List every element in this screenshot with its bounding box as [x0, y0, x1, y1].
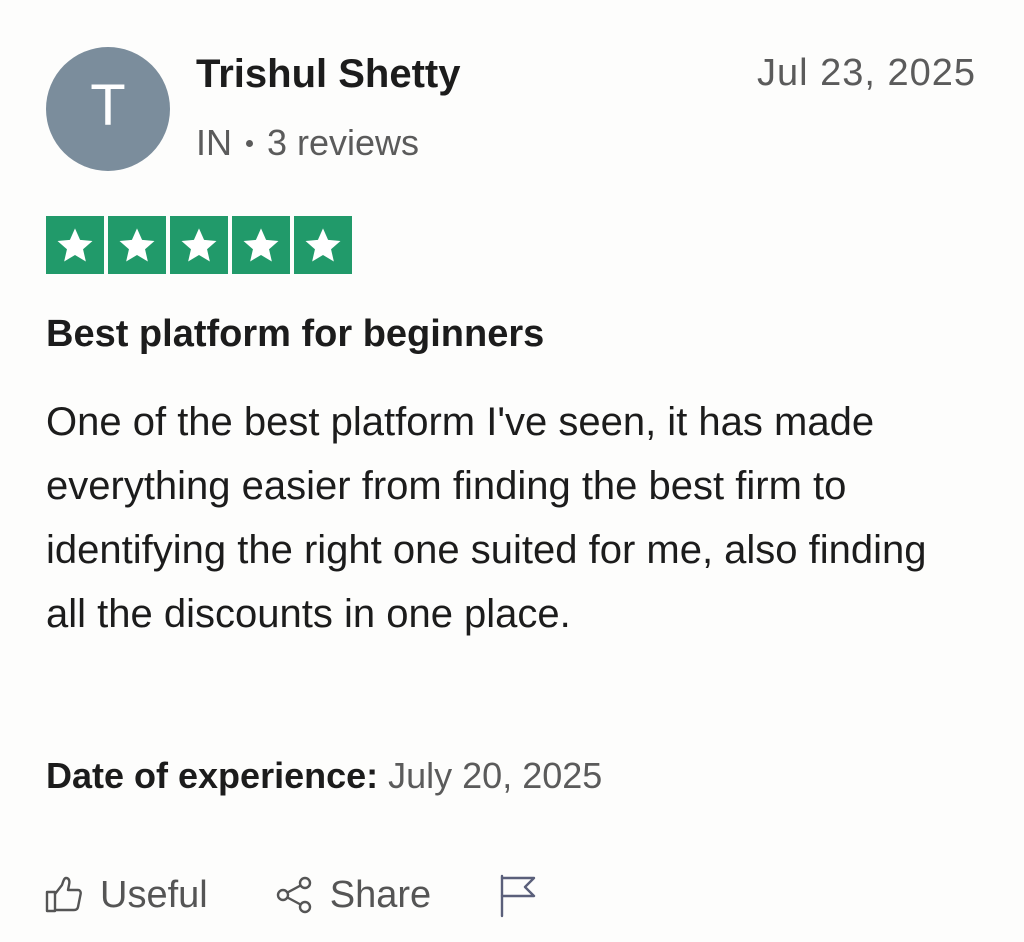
date-of-experience: Date of experience: July 20, 2025 [46, 755, 602, 797]
reviewer-review-count[interactable]: 3 reviews [267, 122, 419, 164]
star-icon [46, 216, 104, 274]
experience-date: July 20, 2025 [388, 755, 603, 796]
thumbs-up-icon [45, 876, 82, 913]
star-icon [170, 216, 228, 274]
review-date: Jul 23, 2025 [756, 52, 976, 94]
flag-icon [500, 874, 536, 918]
review-card: T Trishul Shetty IN 3 reviews Jul 23, 20… [0, 0, 1024, 942]
useful-button[interactable]: Useful [44, 874, 208, 917]
avatar[interactable]: T [46, 47, 170, 171]
reviewer-name[interactable]: Trishul Shetty [196, 52, 461, 97]
review-title: Best platform for beginners [46, 313, 545, 355]
useful-label: Useful [100, 873, 208, 916]
star-icon [294, 216, 352, 274]
review-actions: Useful Share [44, 872, 605, 918]
meta-separator-dot [246, 139, 253, 147]
star-icon [232, 216, 290, 274]
share-label: Share [329, 873, 432, 916]
experience-label: Date of experience: [46, 755, 379, 796]
reviewer-country: IN [196, 122, 232, 163]
review-text: One of the best platform I've seen, it h… [46, 400, 927, 636]
flag-button[interactable] [497, 872, 539, 918]
star-icon [108, 216, 166, 274]
share-icon [276, 876, 311, 914]
reviewer-meta: IN 3 reviews [196, 122, 419, 164]
share-button[interactable]: Share [274, 874, 431, 917]
avatar-initial: T [90, 73, 126, 138]
star-rating [46, 216, 352, 274]
